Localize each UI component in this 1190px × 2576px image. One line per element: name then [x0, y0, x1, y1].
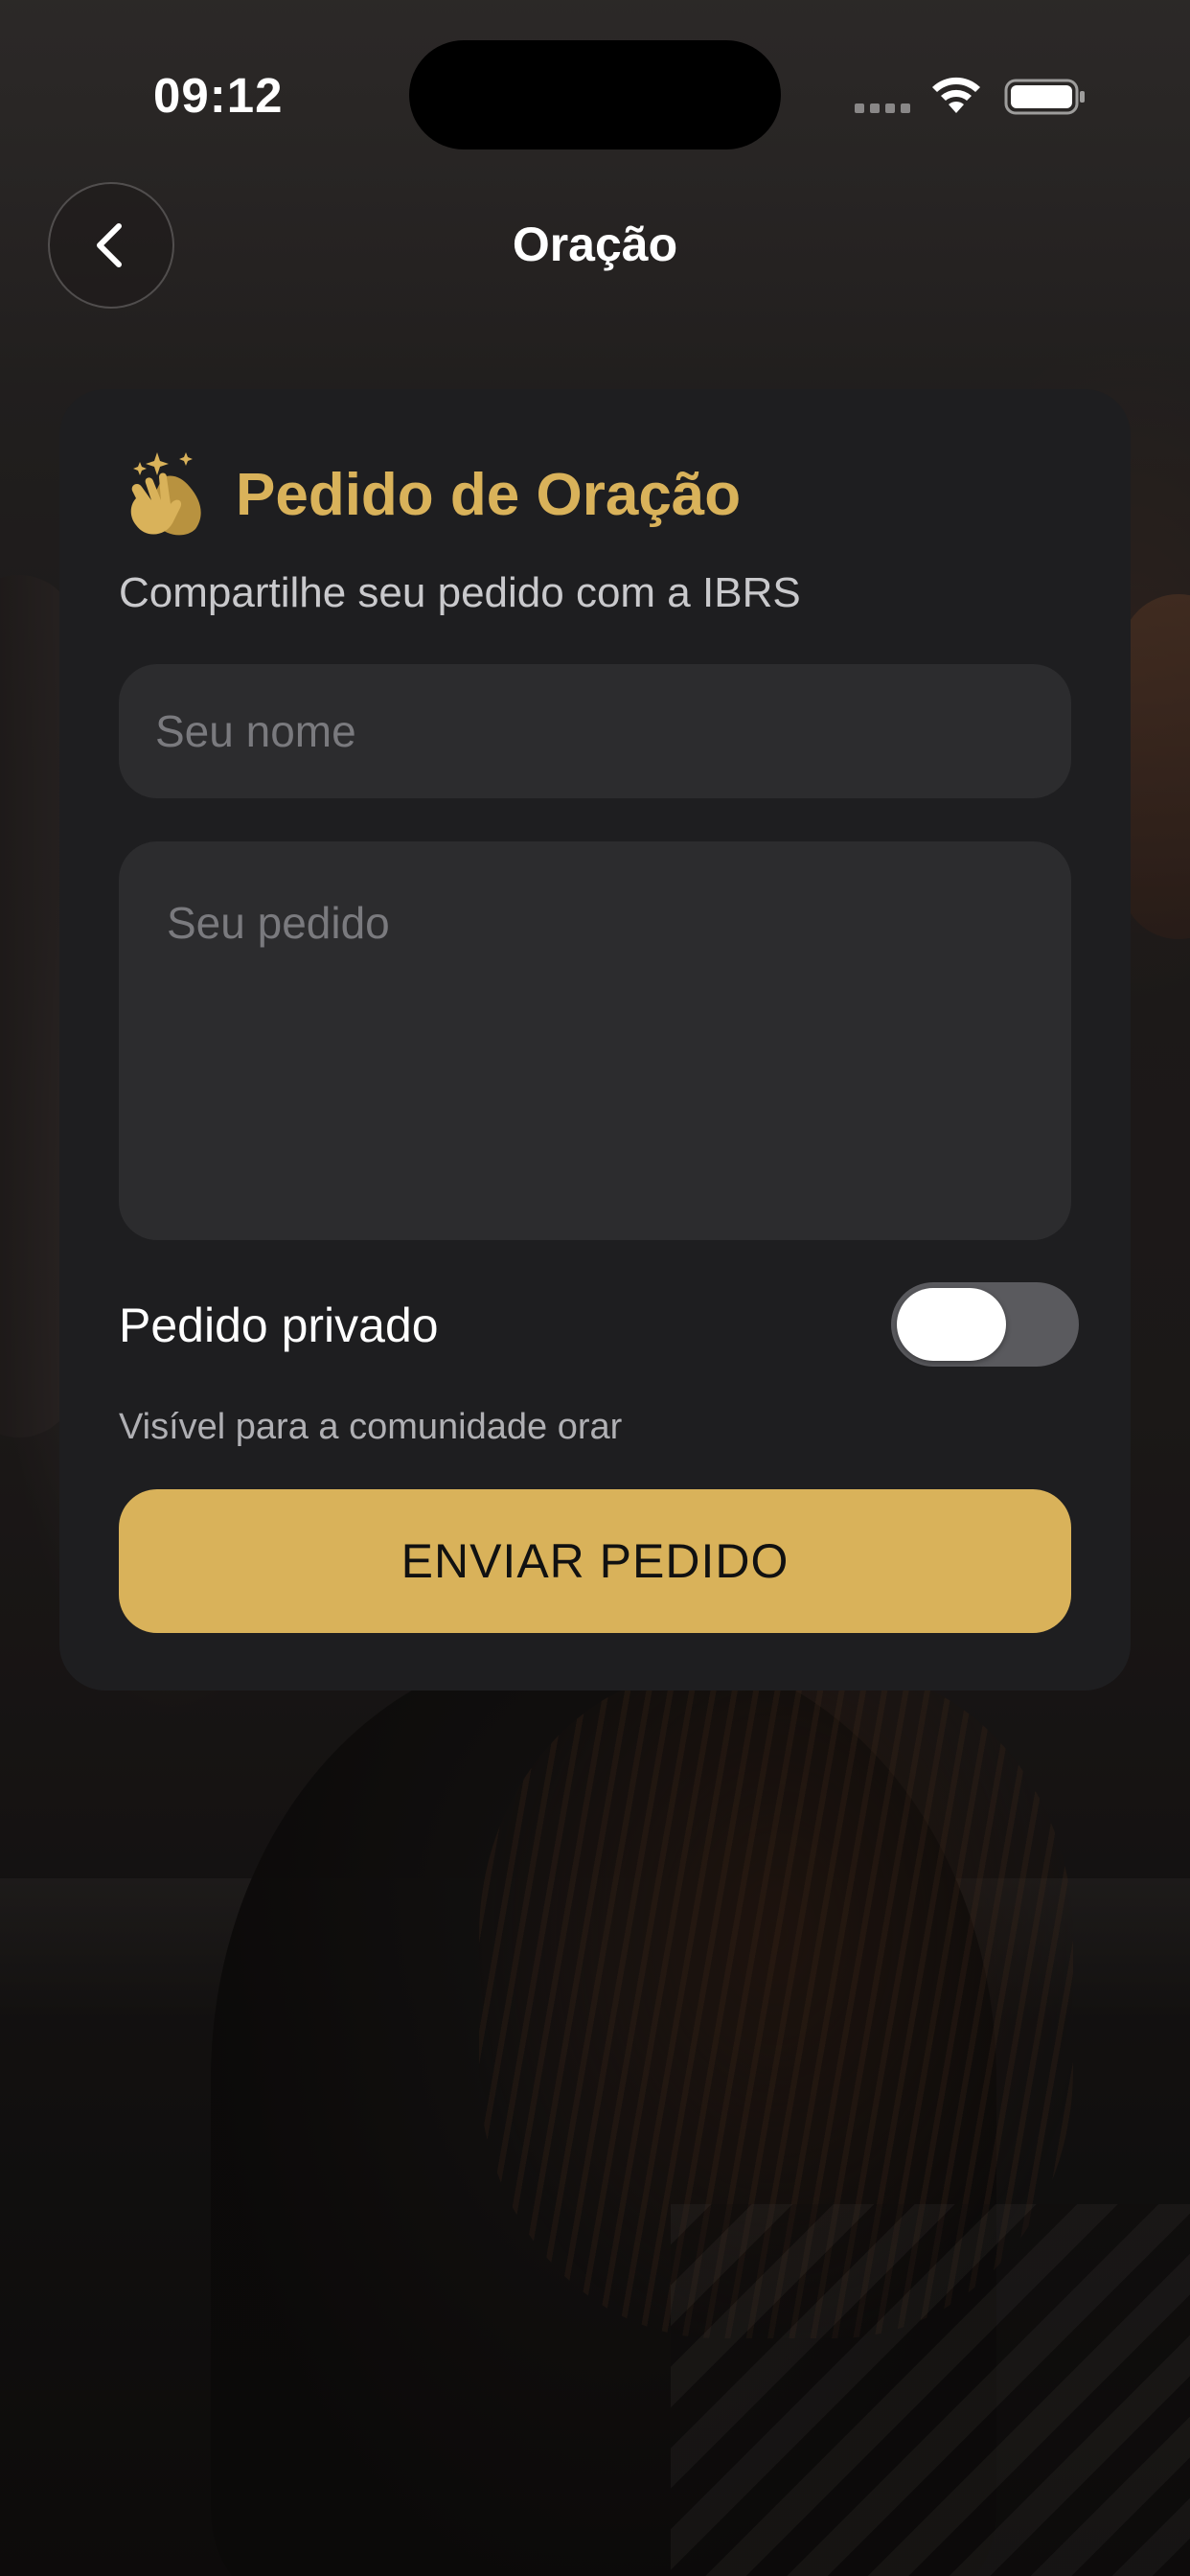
- card-subtitle: Compartilhe seu pedido com a IBRS: [119, 569, 801, 616]
- private-request-hint: Visível para a comunidade orar: [119, 1407, 623, 1447]
- private-request-toggle[interactable]: [891, 1282, 1079, 1367]
- clapping-hands-icon: [130, 452, 201, 536]
- private-request-label: Pedido privado: [119, 1299, 439, 1352]
- prayer-request-card: Pedido de Oração Compartilhe seu pedido …: [59, 389, 1131, 1690]
- card-header: Pedido de Oração: [119, 448, 741, 540]
- submit-request-button[interactable]: ENVIAR PEDIDO: [119, 1489, 1071, 1633]
- toggle-knob: [897, 1288, 1006, 1361]
- page-title: Oração: [512, 218, 678, 271]
- battery-icon: [1004, 79, 1085, 115]
- status-bar: 09:12: [0, 0, 1190, 182]
- wifi-icon: [932, 77, 980, 113]
- card-title: Pedido de Oração: [236, 461, 742, 528]
- cellular-signal-icon: [855, 104, 910, 113]
- prayer-request-textarea[interactable]: [119, 841, 1071, 1240]
- dynamic-island: [409, 40, 781, 150]
- status-time: 09:12: [153, 68, 284, 123]
- prayer-request-screen: 09:12 Oração Pedido de Oração Compartilh…: [0, 0, 1190, 2576]
- name-input[interactable]: [119, 664, 1071, 798]
